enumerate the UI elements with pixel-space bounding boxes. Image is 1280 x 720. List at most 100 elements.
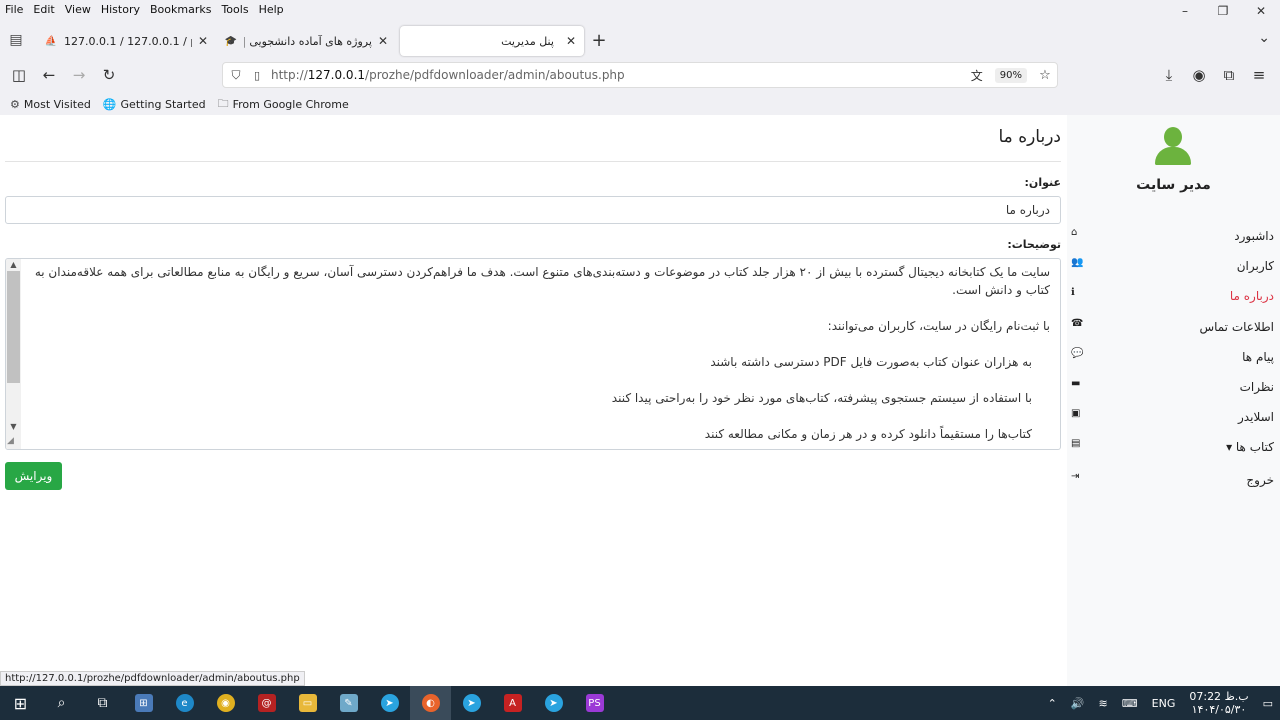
tab-admin-panel[interactable]: پنل مدیریت ✕ — [400, 26, 584, 56]
keyboard-icon[interactable]: ⌨ — [1122, 697, 1138, 710]
url-bar[interactable]: ⛉ ▯ http://127.0.0.1/prozhe/pdfdownloade… — [222, 62, 1058, 88]
bookmark-most-visited[interactable]: ⚙ Most Visited — [10, 98, 91, 111]
file-explorer-icon[interactable]: ▭ — [287, 686, 328, 720]
tab-list-icon[interactable]: ▤ — [0, 22, 32, 58]
new-tab-button[interactable]: + — [584, 30, 614, 51]
description-paragraph: با ثبت‌نام رایگان در سایت، کاربران می‌تو… — [827, 319, 1050, 333]
task-view-icon[interactable]: ⧉ — [82, 686, 123, 720]
sidebar-item-label: داشبورد — [1234, 229, 1274, 243]
sidebar-item-label: نظرات — [1239, 380, 1274, 394]
url-path: /prozhe/pdfdownloader/admin/aboutus.php — [365, 68, 625, 82]
description-list-item: کتاب‌ها را مستقیماً دانلود کرده و در هر … — [704, 427, 1032, 441]
notification-icon[interactable]: ▭ — [1263, 697, 1273, 710]
telegram-icon[interactable]: ➤ — [451, 686, 492, 720]
shield-icon[interactable]: ⛉ — [223, 68, 249, 83]
tab-title: پنل مدیریت — [501, 34, 554, 48]
description-text[interactable]: سایت ما یک کتابخانه دیجیتال گسترده با بی… — [24, 263, 1050, 443]
title-input[interactable] — [5, 196, 1061, 224]
tab-phpmyadmin[interactable]: ⛵ 127.0.0.1 / 127.0.0.1 / pdfdown ✕ — [36, 26, 216, 56]
zoom-level[interactable]: 90% — [994, 67, 1027, 83]
firefox-icon[interactable]: ◐ — [410, 686, 451, 720]
menu-edit[interactable]: Edit — [28, 3, 59, 16]
account-icon[interactable]: ◉ — [1184, 60, 1214, 90]
chevron-up-icon[interactable]: ⌃ — [1048, 697, 1057, 710]
sidebar-item-books[interactable]: ▤ کتاب ها ▾ — [1067, 436, 1280, 460]
bookmark-label: Most Visited — [23, 97, 91, 111]
menu-file[interactable]: File — [0, 3, 28, 16]
bookmark-star-icon[interactable]: ☆ — [1033, 68, 1057, 83]
start-button[interactable]: ⊞ — [0, 686, 41, 720]
bookmark-from-chrome[interactable]: 🗀 From Google Chrome — [218, 95, 349, 114]
menu-view[interactable]: View — [60, 3, 96, 16]
resize-grip-icon[interactable]: ◢ — [7, 436, 19, 448]
translate-icon[interactable]: 文 — [965, 67, 989, 84]
description-label: توضیحات: — [1007, 238, 1061, 251]
store-icon[interactable]: ⊞ — [123, 686, 164, 720]
telegram-icon[interactable]: ➤ — [533, 686, 574, 720]
globe-icon: 🌐 — [102, 97, 117, 111]
menu-tools[interactable]: Tools — [216, 3, 253, 16]
users-icon: 👥 — [1071, 257, 1084, 268]
chevron-down-icon[interactable]: ⌄ — [1258, 30, 1270, 46]
sidebar-item-label: کاربران — [1236, 259, 1274, 273]
page-icon[interactable]: ▯ — [249, 69, 265, 82]
url-text[interactable]: http://127.0.0.1/prozhe/pdfdownloader/ad… — [265, 68, 965, 82]
menu-icon[interactable]: ≡ — [1244, 60, 1274, 90]
minimize-icon[interactable]: – — [1166, 0, 1204, 22]
language-indicator[interactable]: ENG — [1152, 697, 1176, 710]
tab-title: پروژه های آماده دانشجویی | دانلو — [244, 34, 372, 48]
menu-history[interactable]: History — [96, 3, 145, 16]
menu-bookmarks[interactable]: Bookmarks — [145, 3, 216, 16]
acrobat-icon[interactable]: A — [492, 686, 533, 720]
admin-sidebar: مدیر سایت ⌂ داشبورد 👥 کاربران ℹ درباره م… — [1067, 115, 1280, 686]
title-label: عنوان: — [1024, 176, 1061, 189]
description-list-item: به هزاران عنوان کتاب به‌صورت فایل PDF دس… — [710, 355, 1032, 369]
scroll-down-icon[interactable]: ▼ — [8, 422, 19, 431]
sidebar-item-messages[interactable]: 💬 پیام ها — [1067, 346, 1280, 370]
scrollbar[interactable]: ▲ ▼ — [6, 259, 21, 449]
comments-icon: 💬 — [1071, 348, 1084, 359]
download-icon[interactable]: ⤓ — [1154, 60, 1184, 90]
sidebar-item-label: پیام ها — [1242, 350, 1274, 364]
edge-icon[interactable]: e — [164, 686, 205, 720]
restore-icon[interactable]: ❐ — [1204, 0, 1242, 22]
close-tab-icon[interactable]: ✕ — [198, 34, 208, 48]
volume-icon[interactable]: 🔊 — [1071, 697, 1085, 710]
sidebar-item-label: اسلایدر — [1238, 410, 1274, 424]
description-textarea[interactable]: سایت ما یک کتابخانه دیجیتال گسترده با بی… — [5, 258, 1061, 450]
sidebar-item-logout[interactable]: ⇥ خروج — [1067, 469, 1280, 493]
home-icon: ⌂ — [1071, 227, 1078, 238]
reload-icon[interactable]: ↻ — [94, 60, 124, 90]
sidebar-toggle-icon[interactable]: ◫ — [4, 60, 34, 90]
tab-projects[interactable]: 🎓 پروژه های آماده دانشجویی | دانلو ✕ — [216, 26, 396, 56]
scroll-up-icon[interactable]: ▲ — [8, 260, 19, 269]
sidebar-item-dashboard[interactable]: ⌂ داشبورد — [1067, 225, 1280, 249]
url-prefix: http:// — [271, 68, 308, 82]
sidebar-item-about[interactable]: ℹ درباره ما — [1067, 285, 1280, 309]
notepad-icon[interactable]: ✎ — [328, 686, 369, 720]
close-tab-icon[interactable]: ✕ — [378, 34, 388, 48]
menu-help[interactable]: Help — [254, 3, 289, 16]
bookmark-label: From Google Chrome — [232, 97, 349, 111]
sidebar-item-users[interactable]: 👥 کاربران — [1067, 255, 1280, 279]
app-red-icon[interactable]: @ — [246, 686, 287, 720]
sidebar-item-label: اطلاعات تماس — [1199, 320, 1274, 334]
phpstorm-icon[interactable]: PS — [574, 686, 615, 720]
scrollbar-thumb[interactable] — [7, 271, 20, 383]
wifi-icon[interactable]: ≋ — [1099, 697, 1108, 710]
sidebar-item-contact[interactable]: ☎ اطلاعات تماس — [1067, 316, 1280, 340]
search-icon[interactable]: ⌕ — [41, 686, 82, 720]
close-tab-icon[interactable]: ✕ — [566, 34, 576, 48]
sidebar-item-comments[interactable]: ▬ نظرات — [1067, 376, 1280, 400]
forward-icon[interactable]: → — [64, 60, 94, 90]
telegram-icon[interactable]: ➤ — [369, 686, 410, 720]
edit-button[interactable]: ویرایش — [5, 462, 62, 490]
graduation-cap-icon: 🎓 — [224, 35, 238, 47]
extensions-icon[interactable]: ⧉ — [1214, 60, 1244, 90]
close-window-icon[interactable]: ✕ — [1242, 0, 1280, 22]
bookmark-getting-started[interactable]: 🌐 Getting Started — [103, 98, 206, 111]
chrome-icon[interactable]: ◉ — [205, 686, 246, 720]
sidebar-item-slider[interactable]: ▣ اسلایدر — [1067, 406, 1280, 430]
clock[interactable]: 07:22 ب.ظ ۱۴۰۴/۰۵/۳۰ — [1189, 690, 1248, 716]
back-icon[interactable]: ← — [34, 60, 64, 90]
